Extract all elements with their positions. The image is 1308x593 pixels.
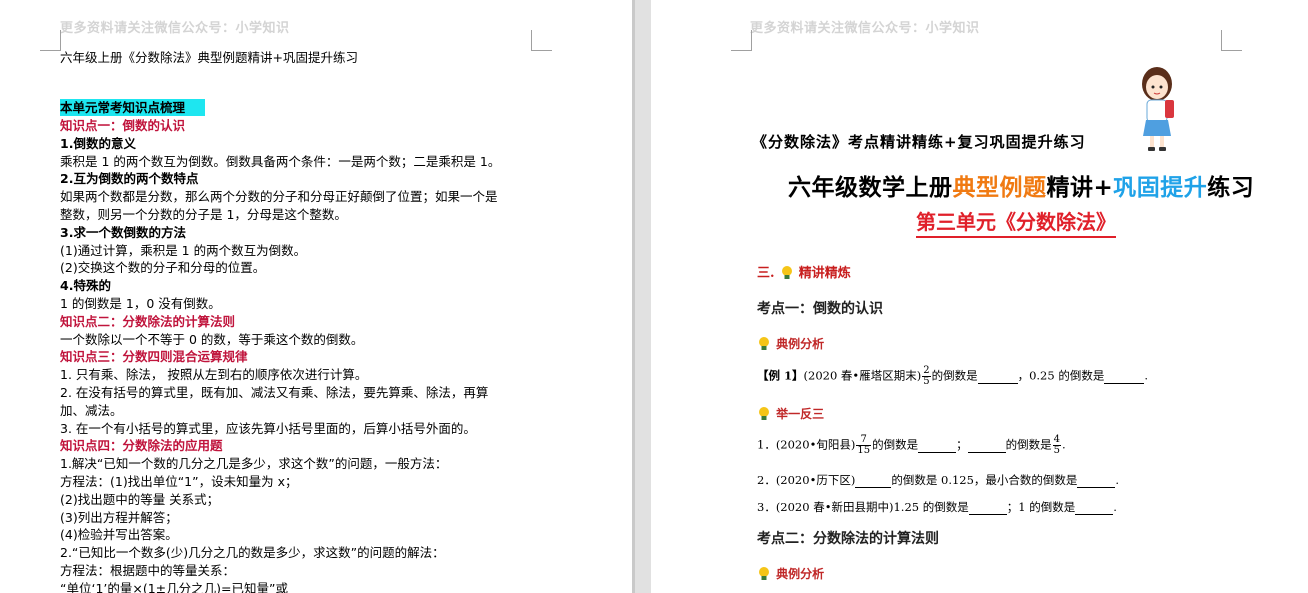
- answer-blank: [1075, 500, 1114, 515]
- question-source: 1．(2020•旬阳县): [757, 437, 856, 452]
- answer-blank: [1077, 473, 1116, 488]
- title-highlight-orange: 典型例题: [952, 175, 1047, 201]
- kp2-title: 考点二：分数除法的计算法则: [757, 531, 939, 547]
- punct: .: [1144, 368, 1148, 383]
- unit-title: 第三单元《分数除法》: [916, 206, 1116, 238]
- body-text-line: 如果两个数都是分数，那么两个分数的分子和分母正好颠倒了位置；如果一个是: [60, 189, 498, 204]
- punct: .: [1113, 500, 1117, 514]
- fraction: 7 15: [856, 434, 872, 456]
- knowledge-point-heading: 知识点四：分数除法的应用题: [60, 438, 223, 453]
- question-1: 1．(2020•旬阳县) 7 15 的倒数是 ； 的倒数是 4 5.: [757, 435, 1066, 456]
- body-text-line: (2)交换这个数的分子和分母的位置。: [60, 260, 266, 275]
- example-heading: 典例分析: [757, 333, 824, 352]
- question-text: 的倒数是 0.125，最小合数的倒数是: [891, 473, 1078, 487]
- body-text-line: 方程法：(1)找出单位“1”，设未知量为 x；: [60, 474, 298, 489]
- kp1-title: 考点一：倒数的认识: [757, 301, 883, 317]
- answer-blank: [1104, 369, 1145, 384]
- section-number: 三.: [757, 266, 775, 281]
- knowledge-point-heading: 知识点二：分数除法的计算法则: [60, 314, 236, 329]
- lightbulb-icon: [759, 406, 769, 420]
- body-text-line: (4)检验并写出答案。: [60, 527, 178, 542]
- example-head-text: 典例分析: [776, 337, 825, 351]
- answer-blank: [918, 438, 957, 453]
- fraction: 25: [922, 365, 931, 387]
- subheading: 4.特殊的: [60, 278, 111, 293]
- crop-mark: [531, 30, 552, 51]
- knowledge-point-heading: 知识点一：倒数的认识: [60, 118, 186, 133]
- section-heading: 三. 精讲精炼: [757, 262, 851, 281]
- answer-blank: [968, 500, 1007, 515]
- body-text-line: 一个数除以一个不等于 0 的数，等于乘这个数的倒数。: [60, 332, 364, 347]
- example-head-text: 典例分析: [776, 567, 825, 581]
- lightbulb-icon: [759, 566, 769, 580]
- body-text-line: (3)列出方程并解答；: [60, 510, 178, 525]
- title-part: 六年级数学上册: [788, 175, 953, 201]
- body-text-line: 整数，则另一个分数的分子是 1，分母是这个整数。: [60, 207, 347, 222]
- section-title: 本单元常考知识点梳理: [60, 99, 206, 116]
- body-text-line: 1.解决“已知一个数的几分之几是多少，求这个数”的问题，一般方法：: [60, 456, 448, 471]
- practice-head-text: 举一反三: [776, 407, 825, 421]
- example-text: 的倒数是: [931, 368, 978, 383]
- header-watermark-right: 更多资料请关注微信公众号：小学知识: [750, 21, 980, 36]
- section-title-wrap: 本单元常考知识点梳理: [60, 99, 206, 116]
- question-source: 3．(2020 春•新田县期中)1.25 的倒数是: [757, 500, 969, 514]
- example-heading-2: 典例分析: [757, 563, 824, 582]
- body-text-line: (1)通过计算，乘积是 1 的两个数互为倒数。: [60, 243, 307, 258]
- question-text: ；: [956, 437, 968, 452]
- example-text: ，0.25 的倒数是: [1017, 368, 1105, 383]
- header-watermark: 更多资料请关注微信公众号：小学知识: [60, 21, 290, 36]
- answer-blank: [977, 369, 1018, 384]
- doc-title: 六年级上册《分数除法》典型例题精讲+巩固提升练习: [60, 50, 358, 65]
- section-head-text: 精讲精炼: [798, 266, 851, 281]
- question-3: 3．(2020 春•新田县期中)1.25 的倒数是 ；1 的倒数是 .: [757, 499, 1117, 515]
- body-text-line: 乘积是 1 的两个数互为倒数。倒数具备两个条件：一是两个数；二是乘积是 1。: [60, 154, 501, 169]
- question-2: 2．(2020•历下区) 的倒数是 0.125，最小合数的倒数是 .: [757, 472, 1119, 488]
- punct: .: [1115, 473, 1120, 487]
- body-text-line: (2)找出题中的等量 关系式；: [60, 492, 220, 507]
- crop-mark: [731, 30, 752, 51]
- right-subtitle: 《分数除法》考点精讲精练+复习巩固提升练习: [752, 133, 1086, 151]
- subheading: 1.倒数的意义: [60, 136, 136, 151]
- crop-mark: [1221, 30, 1242, 51]
- answer-blank: [855, 473, 892, 488]
- example-1: 【例 1】(2020 春•雁塔区期末) 2 5 的倒数是 ，0.25 的倒数是 .: [757, 366, 1148, 387]
- body-text-line: 2.“已知比一个数多(少)几分之几的数是多少，求这数”的问题的解法：: [60, 545, 445, 560]
- body-text-line: 1 的倒数是 1，0 没有倒数。: [60, 296, 221, 311]
- fraction: 45: [1052, 434, 1061, 456]
- subheading: 3.求一个数倒数的方法: [60, 225, 186, 240]
- body-text-line: 方程法：根据题中的等量关系：: [60, 563, 236, 578]
- question-source: 2．(2020•历下区): [757, 473, 856, 487]
- question-text: 的倒数是: [1005, 437, 1052, 452]
- lightbulb-icon: [781, 265, 792, 279]
- lightbulb-icon: [759, 336, 769, 350]
- student-girl-illustration: [1142, 67, 1174, 151]
- body-text-line: 2. 在没有括号的算式里，既有加、减法又有乘、除法，要先算乘、除法，再算: [60, 385, 489, 400]
- knowledge-point-heading: 知识点三：分数四则混合运算规律: [60, 349, 248, 364]
- page-gap: [632, 0, 651, 593]
- body-text-line: 3. 在一个有小括号的算式里，应该先算小括号里面的，后算小括号外面的。: [60, 421, 476, 436]
- document-page-left: 更多资料请关注微信公众号：小学知识 六年级上册《分数除法》典型例题精讲+巩固提升…: [0, 0, 632, 593]
- title-part: 练习: [1207, 175, 1255, 201]
- body-text-line: 加、减法。: [60, 403, 123, 418]
- title-highlight-blue: 巩固提升: [1113, 175, 1208, 201]
- title-part: 精讲+: [1046, 175, 1114, 201]
- example-prefix: 【例 1】: [757, 368, 804, 383]
- body-text-line: 1. 只有乘、除法， 按照从左到右的顺序依次进行计算。: [60, 367, 368, 382]
- question-text: ；1 的倒数是: [1006, 500, 1076, 514]
- punct: .: [1061, 437, 1066, 452]
- practice-heading: 举一反三: [757, 403, 824, 422]
- example-source: (2020 春•雁塔区期末): [803, 368, 922, 383]
- body-text-line: “单位‘1’的量×(1±几分之几)=已知量”或: [60, 581, 288, 593]
- subheading: 2.互为倒数的两个数特点: [60, 171, 199, 186]
- main-title: 六年级数学上册典型例题精讲+巩固提升练习: [788, 168, 1254, 202]
- answer-blank: [967, 438, 1006, 453]
- crop-mark: [40, 30, 61, 51]
- question-text: 的倒数是: [872, 437, 919, 452]
